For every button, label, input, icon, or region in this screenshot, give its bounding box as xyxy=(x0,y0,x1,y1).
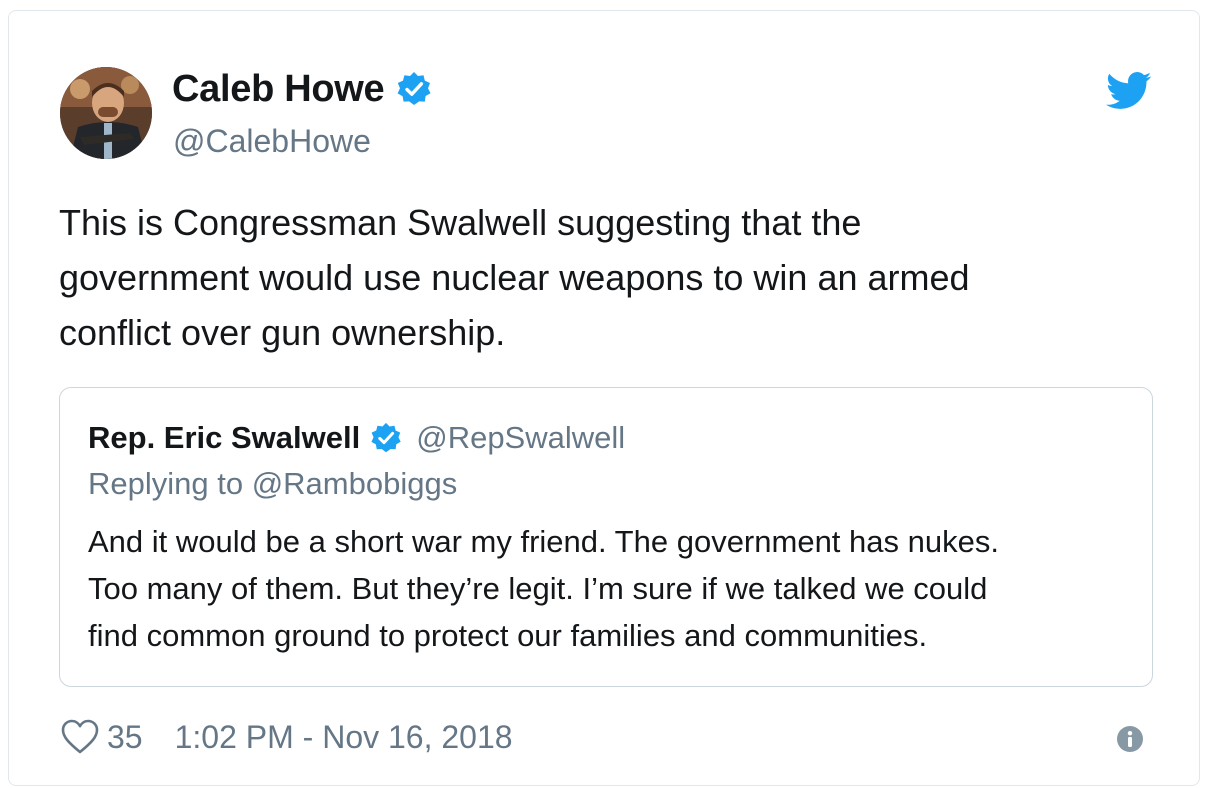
author-handle[interactable]: @CalebHowe xyxy=(173,123,371,160)
avatar-photo xyxy=(60,67,152,159)
author-name-row: Caleb Howe xyxy=(172,67,432,111)
author-name[interactable]: Caleb Howe xyxy=(172,68,385,111)
verified-badge-icon xyxy=(370,422,402,454)
tweet-footer: 35 1:02 PM - Nov 16, 2018 xyxy=(61,713,513,761)
quoted-tweet-header: Rep. Eric Swalwell @RepSwalwell xyxy=(88,418,625,458)
tweet-timestamp[interactable]: 1:02 PM - Nov 16, 2018 xyxy=(175,719,513,756)
quoted-author-handle: @RepSwalwell xyxy=(416,420,626,455)
reply-context: Replying to @Rambobiggs xyxy=(88,466,458,501)
embedded-tweet-card: Caleb Howe @CalebHowe This is Congressma… xyxy=(8,10,1200,786)
like-count[interactable]: 35 xyxy=(107,719,143,756)
quoted-author-name: Rep. Eric Swalwell xyxy=(88,420,361,455)
verified-badge-icon xyxy=(396,71,432,107)
tweet-text: This is Congressman Swalwell suggesting … xyxy=(59,202,970,353)
twitter-bird-icon[interactable] xyxy=(1106,71,1152,111)
quoted-tweet[interactable]: Rep. Eric Swalwell @RepSwalwell Replying… xyxy=(59,387,1153,687)
heart-icon[interactable] xyxy=(61,719,99,755)
quoted-tweet-text: And it would be a short war my friend. T… xyxy=(88,524,999,653)
info-icon[interactable] xyxy=(1116,725,1144,753)
avatar[interactable] xyxy=(60,67,152,159)
